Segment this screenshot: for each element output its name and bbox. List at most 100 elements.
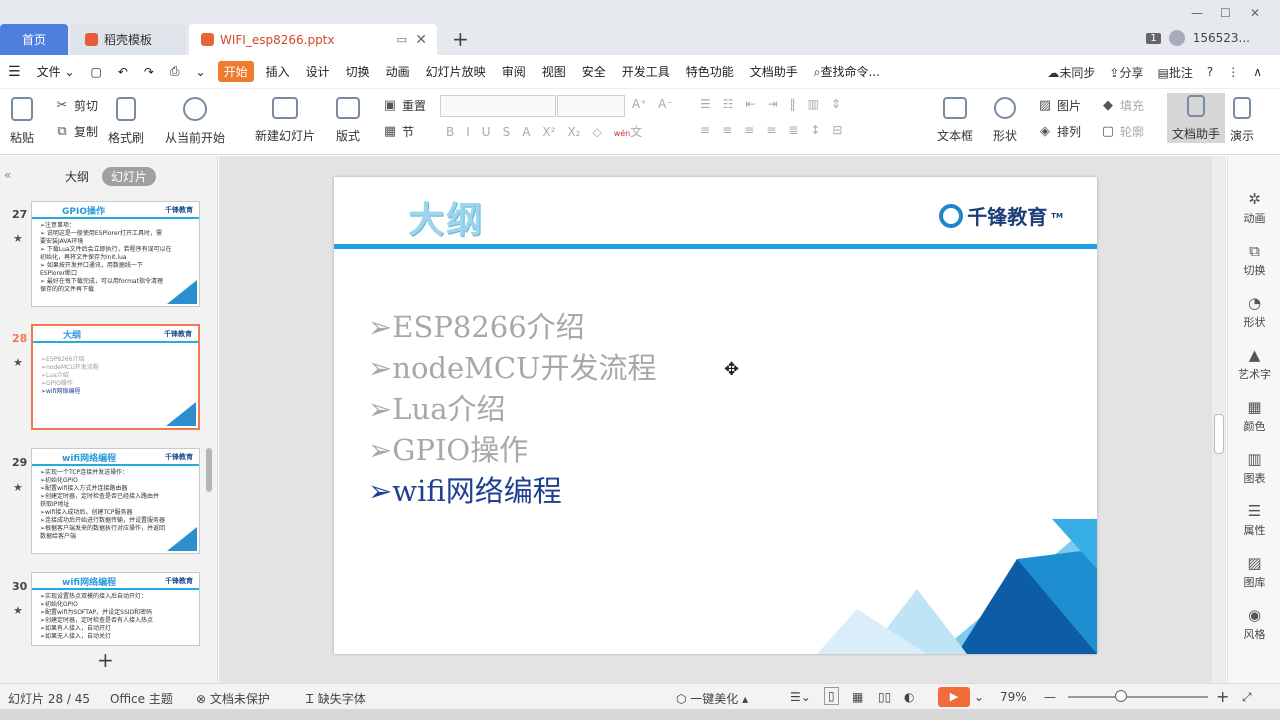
paste-button[interactable]: 粘贴 bbox=[10, 97, 34, 146]
present-button[interactable]: 演示 bbox=[1230, 97, 1254, 144]
menu-tab-start[interactable]: 开始 bbox=[217, 61, 254, 82]
missing-font[interactable]: Ꮖ 缺失字体 bbox=[306, 690, 366, 707]
section-button[interactable]: ▦ 节 bbox=[382, 123, 414, 140]
sync-button[interactable]: ☁未同步 bbox=[1047, 64, 1095, 81]
tab-close-icon[interactable]: ✕ bbox=[415, 32, 427, 48]
bullet-list[interactable]: ➢ESP8266介绍 ➢nodeMCU开发流程 ➢Lua介绍 ➢GPIO操作 ➢… bbox=[368, 307, 657, 512]
panel-style[interactable]: ◉ 风格 bbox=[1228, 606, 1280, 642]
panel-wordart[interactable]: ▲ 艺术字 bbox=[1228, 346, 1280, 382]
justify-icon[interactable]: ≡ bbox=[766, 123, 776, 137]
font-size-select[interactable] bbox=[557, 95, 625, 117]
fill-button[interactable]: ◆ 填充 bbox=[1100, 97, 1144, 114]
maximize-icon[interactable]: ☐ bbox=[1220, 6, 1231, 20]
text-direction-icon[interactable]: ⇕ bbox=[831, 97, 841, 111]
redo-icon[interactable]: ↷ bbox=[136, 65, 162, 79]
zoom-slider[interactable] bbox=[1068, 696, 1208, 698]
hamburger-icon[interactable]: ☰ bbox=[0, 64, 29, 80]
picture-button[interactable]: ▨ 图片 bbox=[1037, 97, 1081, 114]
increase-indent-icon[interactable]: ⇥ bbox=[768, 97, 778, 111]
protect-status[interactable]: ⊗ 文档未保护 bbox=[196, 690, 270, 707]
undo-icon[interactable]: ↶ bbox=[110, 65, 136, 79]
align-center-icon[interactable]: ≡ bbox=[722, 123, 732, 137]
slide-title[interactable]: 大纲 bbox=[408, 191, 484, 243]
bold-icon[interactable]: B bbox=[446, 125, 454, 139]
share-button[interactable]: ⇪分享 bbox=[1109, 64, 1143, 81]
menu-tab-transition[interactable]: 切换 bbox=[338, 63, 378, 80]
menu-tab-slideshow[interactable]: 幻灯片放映 bbox=[418, 63, 494, 80]
clear-format-icon[interactable]: ◇ bbox=[592, 125, 601, 139]
thumbnail-scrollbar[interactable] bbox=[206, 448, 212, 492]
arrange-button[interactable]: ◈ 排列 bbox=[1037, 123, 1081, 140]
slide-thumbnail-27[interactable]: GPIO操作 千锋教育 ➢注意事项： ➢ 说明这是一般使用ESPlorer打开工… bbox=[31, 201, 200, 307]
more-quick-icon[interactable]: ⌄ bbox=[188, 65, 214, 79]
zoom-level[interactable]: 79% bbox=[1000, 690, 1027, 704]
zoom-out-icon[interactable]: — bbox=[1044, 690, 1056, 704]
tab-outline[interactable]: 大纲 bbox=[65, 168, 89, 185]
copy-button[interactable]: ⧉ 复制 bbox=[54, 123, 98, 140]
layout-button[interactable]: 版式 bbox=[336, 97, 360, 144]
doc-assistant-button[interactable]: 文档助手 bbox=[1167, 93, 1225, 143]
textbox-button[interactable]: 文本框 bbox=[937, 97, 973, 144]
panel-properties[interactable]: ☰ 属性 bbox=[1228, 502, 1280, 538]
menu-tab-view[interactable]: 视图 bbox=[534, 63, 574, 80]
decrease-indent-icon[interactable]: ⇤ bbox=[746, 97, 756, 111]
command-search[interactable]: ⌕查找命令... bbox=[806, 63, 888, 80]
menu-tab-animation[interactable]: 动画 bbox=[378, 63, 418, 80]
collapse-panel-icon[interactable]: « bbox=[4, 168, 11, 182]
canvas-vertical-scrollbar[interactable] bbox=[1212, 156, 1226, 683]
collapse-ribbon-icon[interactable]: ∧ bbox=[1253, 65, 1262, 79]
user-id[interactable]: 156523... bbox=[1193, 31, 1250, 45]
panel-color[interactable]: ▦ 颜色 bbox=[1228, 398, 1280, 434]
window-count-badge[interactable]: 1 bbox=[1146, 32, 1161, 44]
slide-thumbnail-28[interactable]: 大纲 千锋教育 ➢ESP8266介绍 ➢nodeMCU开发流程 ➢Lua介绍 ➢… bbox=[31, 324, 200, 430]
menu-tab-doc-assistant[interactable]: 文档助手 bbox=[742, 63, 806, 80]
fit-window-icon[interactable]: ⤢ bbox=[1242, 690, 1252, 705]
zoom-slider-knob[interactable] bbox=[1115, 690, 1127, 702]
cut-button[interactable]: ✂ 剪切 bbox=[54, 97, 98, 114]
underline-icon[interactable]: U bbox=[482, 125, 491, 139]
font-color-icon[interactable]: A bbox=[522, 125, 530, 139]
distribute-icon[interactable]: ≣ bbox=[788, 123, 798, 137]
menu-tab-design[interactable]: 设计 bbox=[298, 63, 338, 80]
more-icon[interactable]: ⋮ bbox=[1227, 65, 1239, 79]
font-name-select[interactable] bbox=[440, 95, 556, 117]
minimize-icon[interactable]: — bbox=[1191, 6, 1203, 20]
strikethrough-icon[interactable]: S bbox=[503, 125, 511, 139]
notes-icon[interactable]: ☰⌄ bbox=[790, 690, 811, 704]
panel-transition[interactable]: ⧉ 切换 bbox=[1228, 242, 1280, 278]
save-icon[interactable]: ▢ bbox=[82, 65, 109, 79]
print-icon[interactable]: ⎙ bbox=[162, 64, 188, 79]
shrink-font-icon[interactable]: A⁻ bbox=[658, 97, 673, 111]
help-icon[interactable]: ? bbox=[1207, 65, 1213, 79]
menu-tab-insert[interactable]: 插入 bbox=[258, 63, 298, 80]
new-slide-button[interactable]: 新建幻灯片 bbox=[255, 97, 315, 144]
current-slide[interactable]: 大纲 千锋教育 TM ➢ESP8266介绍 ➢nodeMCU开发流程 ➢Lua介… bbox=[334, 177, 1097, 654]
panel-animation[interactable]: ✲ 动画 bbox=[1228, 190, 1280, 226]
subscript-icon[interactable]: X₂ bbox=[567, 125, 580, 139]
align-right-icon[interactable]: ≡ bbox=[744, 123, 754, 137]
beautify-button[interactable]: ⬡ 一键美化 ▴ bbox=[676, 690, 748, 707]
columns-icon[interactable]: ▥ bbox=[808, 97, 819, 111]
reading-view-icon[interactable]: ▯▯ bbox=[878, 690, 891, 704]
panel-gallery[interactable]: ▨ 图库 bbox=[1228, 554, 1280, 590]
scroll-thumb[interactable] bbox=[1214, 414, 1224, 454]
slide-thumbnail-30[interactable]: wifi网络编程 千锋教育 ➢实现设置热点双模的接入后自动开灯： ➢初始化GPI… bbox=[31, 572, 200, 646]
tab-template[interactable]: 稻壳模板 bbox=[71, 24, 186, 55]
play-slideshow-button[interactable]: ▶ bbox=[938, 687, 970, 707]
add-slide-icon[interactable]: + bbox=[97, 648, 114, 672]
reset-button[interactable]: ▣ 重置 bbox=[382, 97, 426, 114]
paragraph-spacing-icon[interactable]: ↕ bbox=[810, 123, 820, 137]
close-window-icon[interactable]: ✕ bbox=[1250, 6, 1260, 20]
comment-button[interactable]: ▤批注 bbox=[1157, 64, 1192, 81]
panel-shape[interactable]: ◔ 形状 bbox=[1228, 294, 1280, 330]
shape-button[interactable]: 形状 bbox=[993, 97, 1017, 144]
theme-name[interactable]: Office 主题 bbox=[110, 690, 173, 707]
menu-tab-features[interactable]: 特色功能 bbox=[678, 63, 742, 80]
start-from-current-button[interactable]: 从当前开始 bbox=[165, 97, 225, 146]
menu-tab-review[interactable]: 审阅 bbox=[494, 63, 534, 80]
numbered-list-icon[interactable]: ☷ bbox=[723, 97, 734, 111]
menu-tab-devtools[interactable]: 开发工具 bbox=[614, 63, 678, 80]
tab-slides[interactable]: 幻灯片 bbox=[102, 167, 157, 186]
panel-chart[interactable]: ▥ 图表 bbox=[1228, 450, 1280, 486]
normal-view-icon[interactable]: ▯ bbox=[824, 687, 839, 705]
